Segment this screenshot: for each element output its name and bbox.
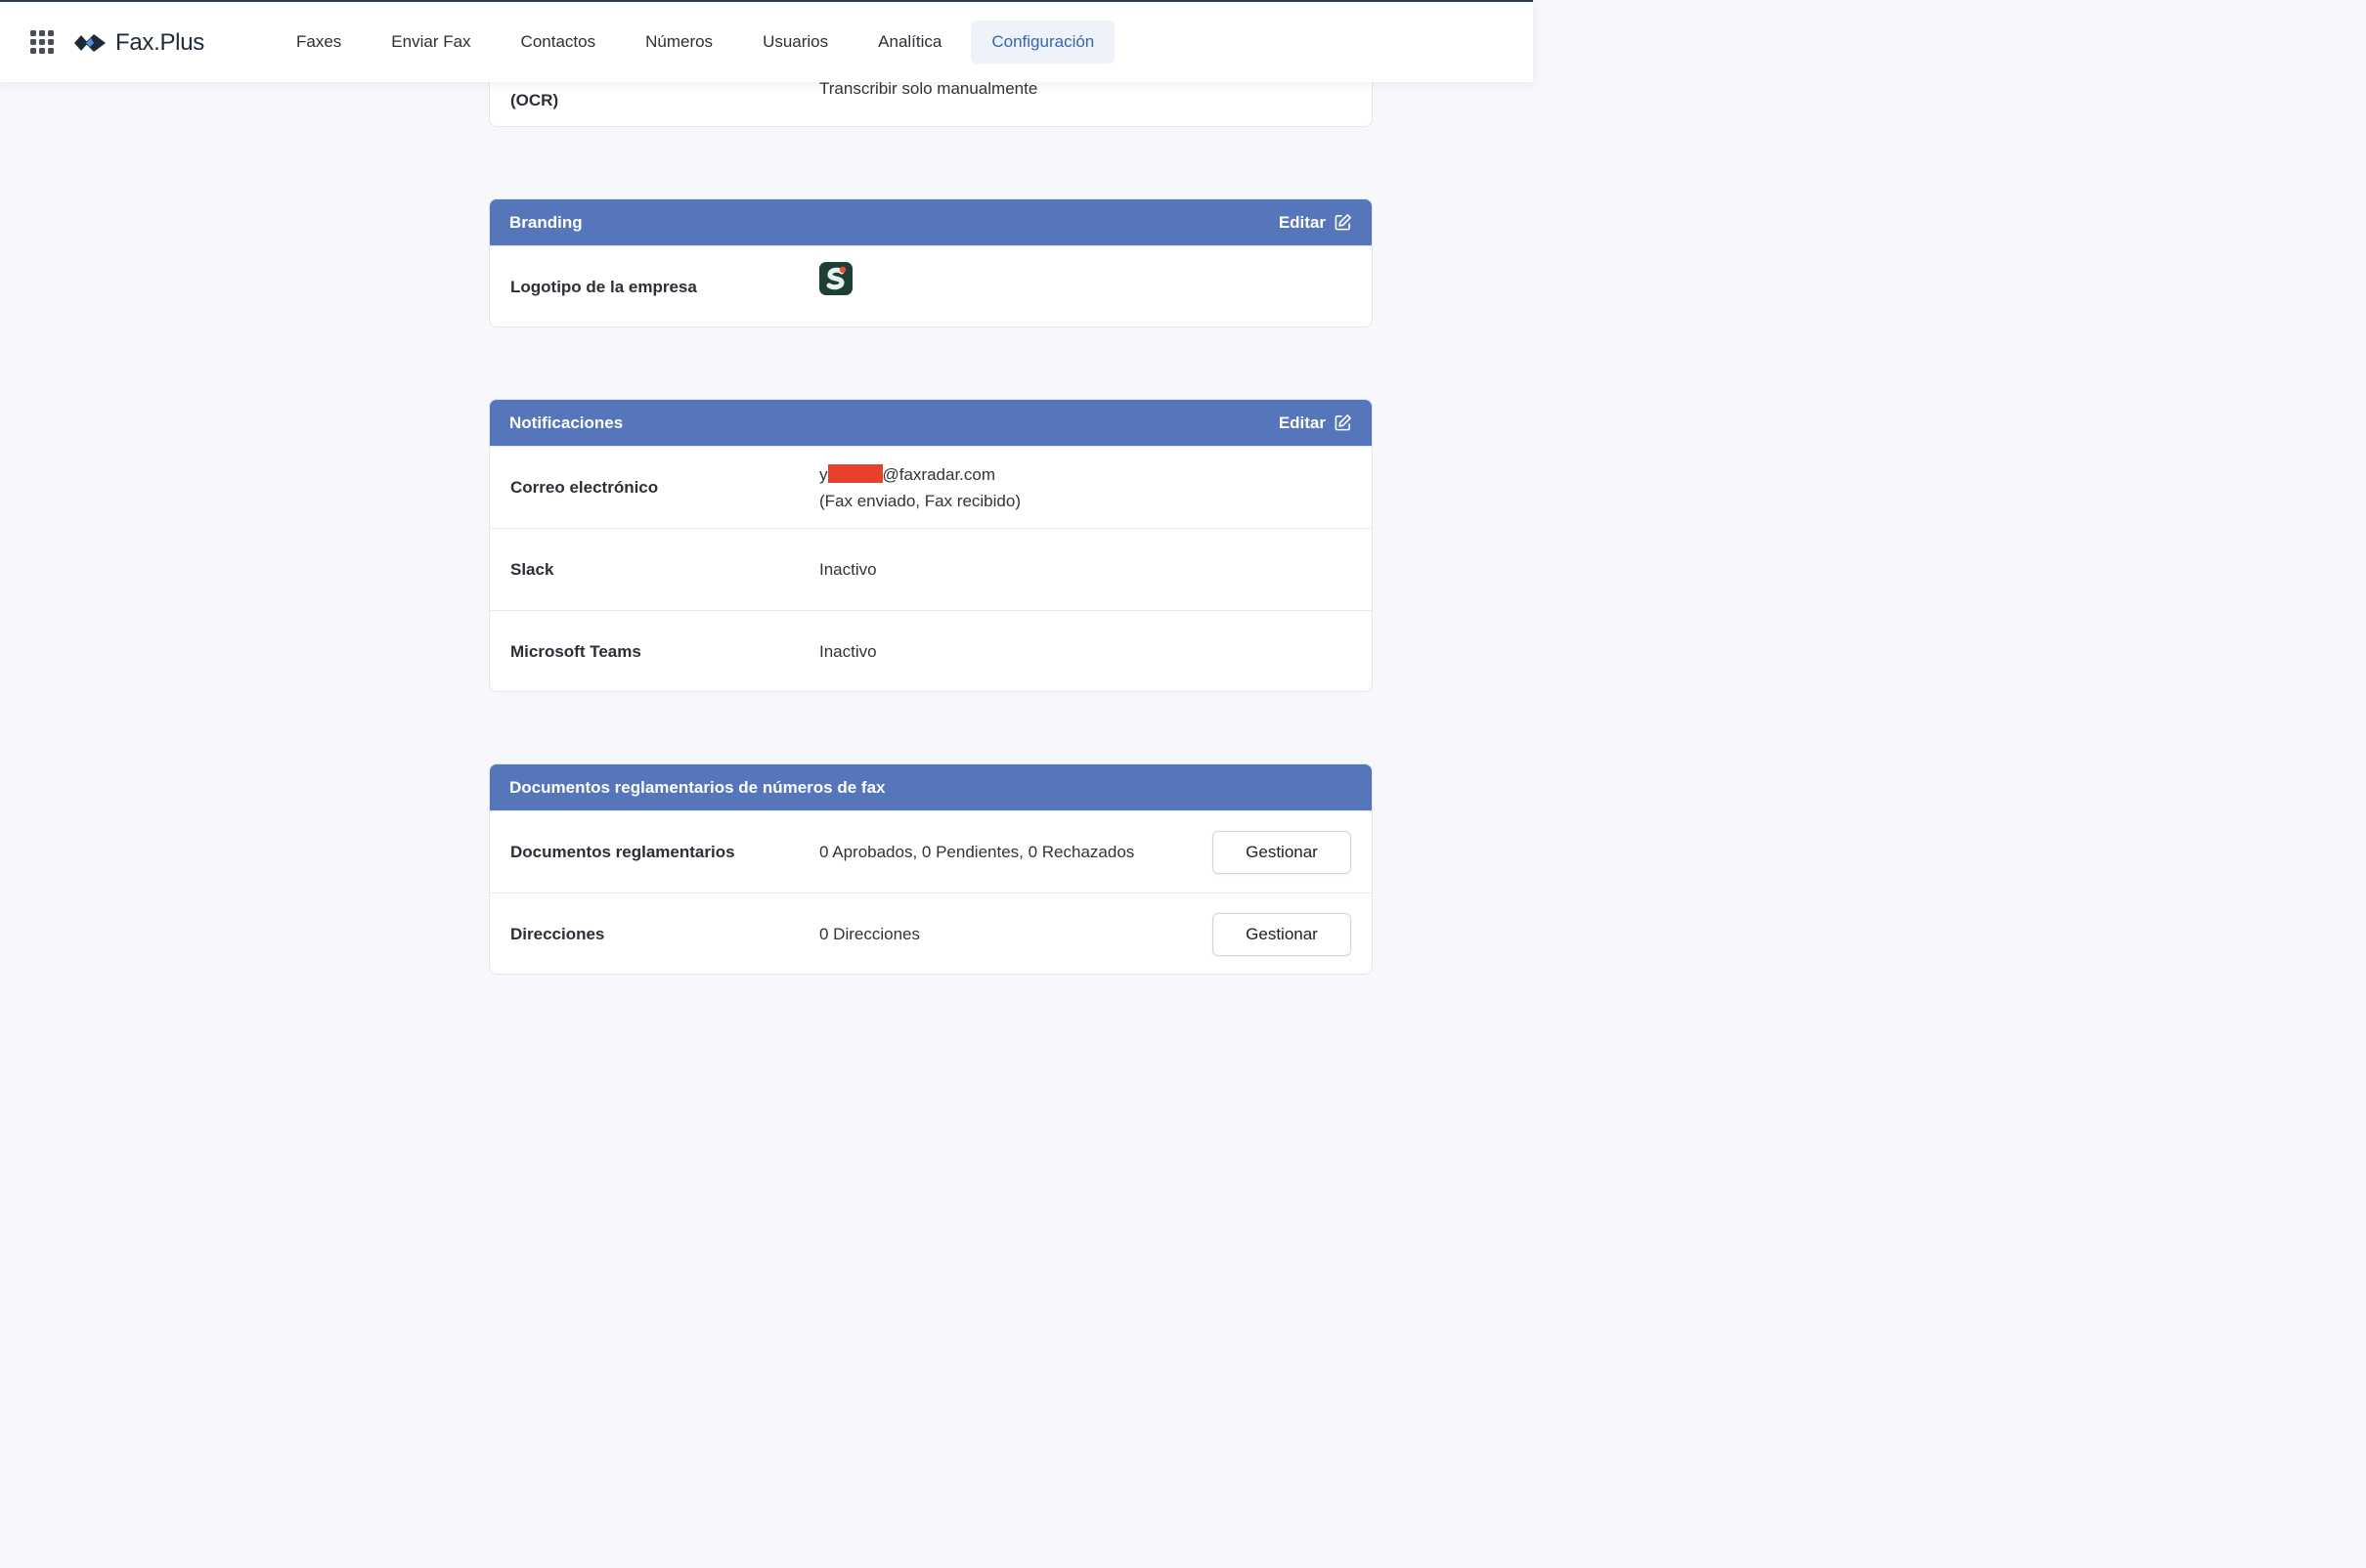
notifications-panel: Notificaciones Editar Correo electrónico… [489,399,1373,692]
notifications-edit-button[interactable]: Editar [1279,414,1352,433]
regulatory-docs-label: Documentos reglamentarios [510,842,735,861]
notifications-title: Notificaciones [509,413,624,432]
main-nav: Faxes Enviar Fax Contactos Números Usuar… [276,21,1123,64]
teams-row: Microsoft Teams Inactivo [490,610,1372,691]
nav-settings[interactable]: Configuración [971,21,1116,64]
branding-edit-label: Editar [1278,212,1326,232]
regulatory-title: Documentos reglamentarios de números de … [509,777,886,797]
notifications-header: Notificaciones Editar [490,400,1372,446]
branding-edit-button[interactable]: Editar [1279,213,1352,233]
regulatory-panel: Documentos reglamentarios de números de … [489,763,1373,975]
branding-logo-row: Logotipo de la empresa [490,245,1372,327]
fax-plus-logo-icon [74,34,106,52]
app-name: Fax.Plus [115,29,204,56]
email-label: Correo electrónico [510,477,659,497]
addresses-label: Direcciones [510,924,605,943]
edit-icon [1335,213,1352,231]
branding-title: Branding [509,212,583,232]
email-detail: (Fax enviado, Fax recibido) [819,491,1021,510]
email-prefix: y [819,464,828,484]
branding-header: Branding Editar [490,199,1372,245]
email-address: y @faxradar.com [819,461,1021,488]
slack-row: Slack Inactivo [490,528,1372,610]
regulatory-header: Documentos reglamentarios de números de … [490,764,1372,810]
top-navbar: Fax.Plus Faxes Enviar Fax Contactos Núme… [0,2,1533,82]
nav-numbers[interactable]: Números [625,21,733,64]
teams-value: Inactivo [819,642,877,661]
nav-contacts[interactable]: Contactos [501,21,617,64]
regulatory-docs-value: 0 Aprobados, 0 Pendientes, 0 Rechazados [819,843,1135,861]
addresses-value: 0 Direcciones [819,925,920,943]
company-logo-icon [819,262,853,295]
manage-addresses-button[interactable]: Gestionar [1212,912,1351,956]
regulatory-docs-row: Documentos reglamentarios 0 Aprobados, 0… [490,810,1372,893]
nav-users[interactable]: Usuarios [742,21,849,64]
app-logo[interactable]: Fax.Plus [72,26,204,60]
edit-icon [1335,414,1352,431]
branding-logo-label: Logotipo de la empresa [510,277,697,296]
email-redaction [827,463,883,483]
branding-panel: Branding Editar Logotipo de la empresa [489,198,1373,327]
teams-label: Microsoft Teams [510,641,641,661]
nav-analytics[interactable]: Analítica [857,21,962,64]
slack-value: Inactivo [819,560,877,579]
manage-docs-button[interactable]: Gestionar [1212,830,1351,874]
email-row: Correo electrónico y @faxradar.com (Fax e… [490,446,1372,528]
company-logo[interactable] [819,262,853,327]
email-suffix: @faxradar.com [882,464,996,484]
apps-grid-icon[interactable] [30,30,54,54]
addresses-row: Direcciones 0 Direcciones Gestionar [490,893,1372,974]
slack-label: Slack [510,559,554,579]
ocr-label: (OCR) [510,91,559,109]
email-value: y @faxradar.com (Fax enviado, Fax recibid… [819,447,1021,528]
nav-faxes[interactable]: Faxes [276,21,362,64]
notifications-edit-label: Editar [1278,413,1326,432]
nav-send-fax[interactable]: Enviar Fax [371,21,491,64]
